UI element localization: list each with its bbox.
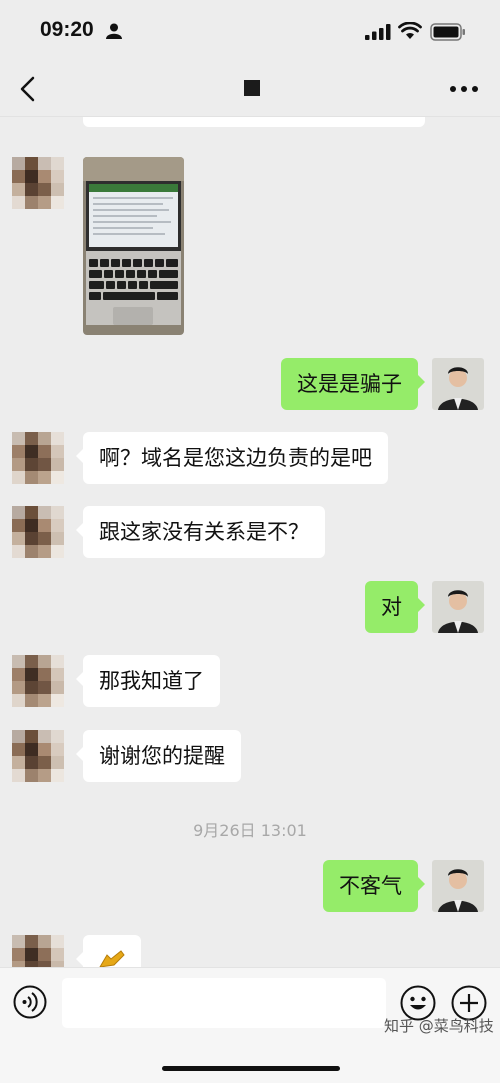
chat-title-redacted: [244, 80, 260, 96]
avatar-other[interactable]: [12, 432, 64, 484]
avatar-me[interactable]: [432, 358, 484, 410]
nav-bar: [0, 64, 500, 117]
message-text: 跟这家没有关系是不？: [99, 520, 309, 544]
signal-icon: [365, 24, 391, 40]
watermark: 知乎 @菜鸟科技: [384, 1017, 494, 1035]
message-input[interactable]: [62, 978, 386, 1028]
timestamp: 9月26日 13:01: [193, 821, 307, 840]
message-bubble: 跟这家没有关系是不？: [76, 506, 325, 558]
chevron-left-icon[interactable]: [14, 74, 44, 104]
sticker-message[interactable]: [76, 935, 141, 967]
more-dots-icon[interactable]: [448, 74, 480, 104]
message-bubble: 那我知道了: [76, 655, 220, 707]
message-bubble: 啊？域名是您这边负责的是吧: [76, 432, 388, 484]
thumbs-up-sticker-icon: [99, 950, 125, 967]
wifi-icon: [398, 22, 422, 39]
message-bubble: 这是是骗子: [281, 358, 425, 410]
message-text: 那我知道了: [99, 669, 204, 693]
message-text: 不客气: [339, 874, 402, 898]
status-time: 09:20: [40, 18, 94, 41]
message-text: 这是是骗子: [297, 372, 402, 396]
avatar-me[interactable]: [432, 581, 484, 633]
chat-area: 这是是骗子 啊？域名是您这边负责的是吧 跟这家没有关系是不？ 对 那我知道了 谢…: [0, 117, 500, 967]
person-icon: [106, 23, 122, 39]
message-bubble: 谢谢您的提醒: [76, 730, 241, 782]
avatar-other[interactable]: [12, 655, 64, 707]
message-bubble-cut-off: [83, 117, 425, 127]
input-bar: 知乎 @菜鸟科技: [0, 967, 500, 1083]
message-bubble: 对: [365, 581, 425, 633]
avatar-other[interactable]: [12, 157, 64, 209]
avatar-other[interactable]: [12, 935, 64, 967]
avatar-me[interactable]: [432, 860, 484, 912]
message-text: 对: [381, 595, 402, 619]
avatar-other[interactable]: [12, 506, 64, 558]
image-message[interactable]: [83, 157, 184, 335]
status-bar: 09:20: [0, 0, 500, 64]
message-bubble: 不客气: [323, 860, 425, 912]
avatar-other[interactable]: [12, 730, 64, 782]
message-text: 啊？域名是您这边负责的是吧: [99, 446, 372, 470]
home-indicator[interactable]: [162, 1066, 340, 1071]
battery-icon: [430, 23, 465, 41]
message-text: 谢谢您的提醒: [99, 744, 225, 768]
voice-icon[interactable]: [13, 985, 47, 1019]
